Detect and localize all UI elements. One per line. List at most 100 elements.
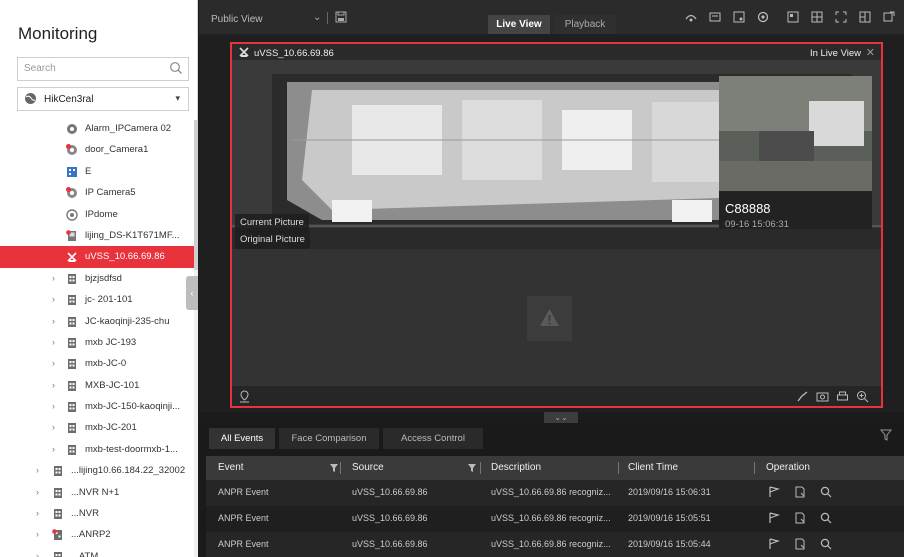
warning-icon (540, 309, 559, 326)
site-selector[interactable]: HikCen3ral ▾ (17, 87, 189, 111)
camera-icon (67, 124, 77, 134)
plate-snapshot-image (719, 76, 872, 191)
extend-icon[interactable] (882, 10, 896, 24)
tab-face-comparison[interactable]: Face Comparison (279, 428, 379, 449)
tree-item[interactable]: › jc- 201-101 (0, 289, 194, 310)
document-icon[interactable] (794, 538, 806, 550)
chevron-right-icon[interactable]: › (52, 289, 55, 310)
tree-item[interactable]: uVSS_10.66.69.86 (0, 246, 194, 268)
col-client-time[interactable]: Client Time (628, 456, 678, 480)
search-icon[interactable] (820, 486, 832, 498)
print-icon[interactable] (836, 390, 849, 403)
capture-icon[interactable] (816, 390, 829, 403)
tree-item-label: mxb JC-193 (85, 336, 137, 348)
filter-icon[interactable] (468, 464, 476, 472)
draw-icon[interactable] (796, 390, 809, 403)
view-selector-label[interactable]: Public View (211, 14, 263, 25)
sidebar-scrollbar[interactable] (194, 120, 198, 557)
tree-item[interactable]: door_Camera1 (0, 139, 194, 160)
chevron-down-icon[interactable]: ▾ (175, 93, 180, 104)
grid-icon[interactable] (810, 10, 824, 24)
chevron-right-icon[interactable]: › (36, 482, 39, 503)
plate-number: C88888 (725, 201, 771, 216)
video-window[interactable]: uVSS_10.66.69.86 In Live View ✕ C88888 0… (230, 42, 883, 408)
panel-resize-handle[interactable]: ⌄⌄ (544, 412, 578, 423)
col-source[interactable]: Source (352, 456, 384, 480)
chevron-right-icon[interactable]: › (52, 439, 55, 460)
search-icon[interactable] (820, 512, 832, 524)
layout-icon[interactable] (786, 10, 800, 24)
tree-item-label: bjzjsdfsd (85, 272, 122, 284)
chevron-right-icon[interactable]: › (36, 546, 39, 557)
tab-live-view[interactable]: Live View (488, 15, 550, 34)
globe-icon (25, 93, 36, 104)
flag-icon[interactable] (768, 512, 780, 524)
tree-item[interactable]: › mxb-JC-201 (0, 417, 194, 438)
building-icon (68, 295, 76, 306)
filter-icon[interactable] (330, 464, 338, 472)
tree-item[interactable]: IPdome (0, 204, 194, 225)
filter-icon[interactable] (880, 429, 892, 441)
tree-item[interactable]: › bjzjsdfsd (0, 268, 194, 289)
search-icon[interactable] (820, 538, 832, 550)
document-icon[interactable] (794, 486, 806, 498)
tab-playback[interactable]: Playback (554, 15, 616, 34)
chevron-right-icon[interactable]: › (52, 268, 55, 289)
chevron-right-icon[interactable]: › (52, 311, 55, 332)
tree-item[interactable]: IP Camera5 (0, 182, 194, 203)
collapse-sidebar-handle[interactable]: ‹ (186, 276, 198, 310)
document-icon[interactable] (794, 512, 806, 524)
search-icon[interactable] (169, 61, 183, 75)
window-icon[interactable] (708, 10, 722, 24)
tree-item-label: mxb-test-doormxb-1... (85, 443, 178, 455)
chevron-right-icon[interactable]: › (52, 353, 55, 374)
settings-icon[interactable] (756, 10, 770, 24)
tree-item[interactable]: › ...NVR (0, 503, 194, 524)
search-input[interactable]: Search (17, 57, 189, 81)
split-icon[interactable] (858, 10, 872, 24)
flag-icon[interactable] (768, 486, 780, 498)
tree-item[interactable]: lijing_DS-K1T671MF... (0, 225, 194, 246)
flag-icon[interactable] (768, 538, 780, 550)
chevron-right-icon[interactable]: › (52, 396, 55, 417)
location-icon[interactable] (238, 390, 251, 403)
tab-access-control[interactable]: Access Control (383, 428, 483, 449)
tree-item[interactable]: › MXB-JC-101 (0, 375, 194, 396)
capture-time: 09-16 15:06:31 (725, 219, 789, 230)
scrollbar-thumb[interactable] (194, 120, 198, 270)
tab-all-events[interactable]: All Events (209, 428, 275, 449)
chevron-down-icon[interactable]: ⌄ (313, 12, 321, 23)
chevron-right-icon[interactable]: › (36, 503, 39, 524)
tree-item[interactable]: › ...lijing10.66.184.22_32002 (0, 460, 194, 481)
chevron-right-icon[interactable]: › (52, 375, 55, 396)
chevron-right-icon[interactable]: › (36, 524, 39, 545)
chevron-right-icon[interactable]: › (36, 460, 39, 481)
record-icon[interactable] (732, 10, 746, 24)
tree-item[interactable]: › mxb-JC-150-kaoqinji... (0, 396, 194, 417)
tree-item[interactable]: › mxb JC-193 (0, 332, 194, 353)
tree-item[interactable]: › ...NVR N+1 (0, 482, 194, 503)
tree-item[interactable]: › JC-kaoqinji-235-chu (0, 311, 194, 332)
table-row[interactable]: ANPR Event uVSS_10.66.69.86 uVSS_10.66.69.… (206, 506, 904, 532)
col-description[interactable]: Description (491, 456, 541, 480)
tree-item[interactable]: › ...ANRP2 (0, 524, 194, 545)
tree-item[interactable]: › mxb-JC-0 (0, 353, 194, 374)
table-row[interactable]: ANPR Event uVSS_10.66.69.86 uVSS_10.66.69.… (206, 480, 904, 506)
save-icon[interactable] (335, 11, 347, 23)
fullscreen-icon[interactable] (834, 10, 848, 24)
tree-item[interactable]: Alarm_IPCamera 02 (0, 118, 194, 139)
building-icon (68, 380, 76, 391)
tree-item-label: ...NVR (71, 508, 99, 520)
fisheye-icon[interactable] (684, 10, 698, 24)
events-table: Event Source Description Client Time Ope… (206, 456, 904, 557)
tree-item[interactable]: › ...ATM (0, 546, 194, 557)
zoom-in-icon[interactable] (856, 390, 869, 403)
table-row[interactable]: ANPR Event uVSS_10.66.69.86 uVSS_10.66.69.… (206, 532, 904, 557)
col-event[interactable]: Event (218, 456, 244, 480)
close-icon[interactable]: ✕ (866, 46, 875, 59)
tree-item[interactable]: › mxb-test-doormxb-1... (0, 439, 194, 460)
tree-item-label: E (85, 165, 92, 177)
tree-item[interactable]: E (0, 161, 194, 182)
chevron-right-icon[interactable]: › (52, 332, 55, 353)
chevron-right-icon[interactable]: › (52, 417, 55, 438)
